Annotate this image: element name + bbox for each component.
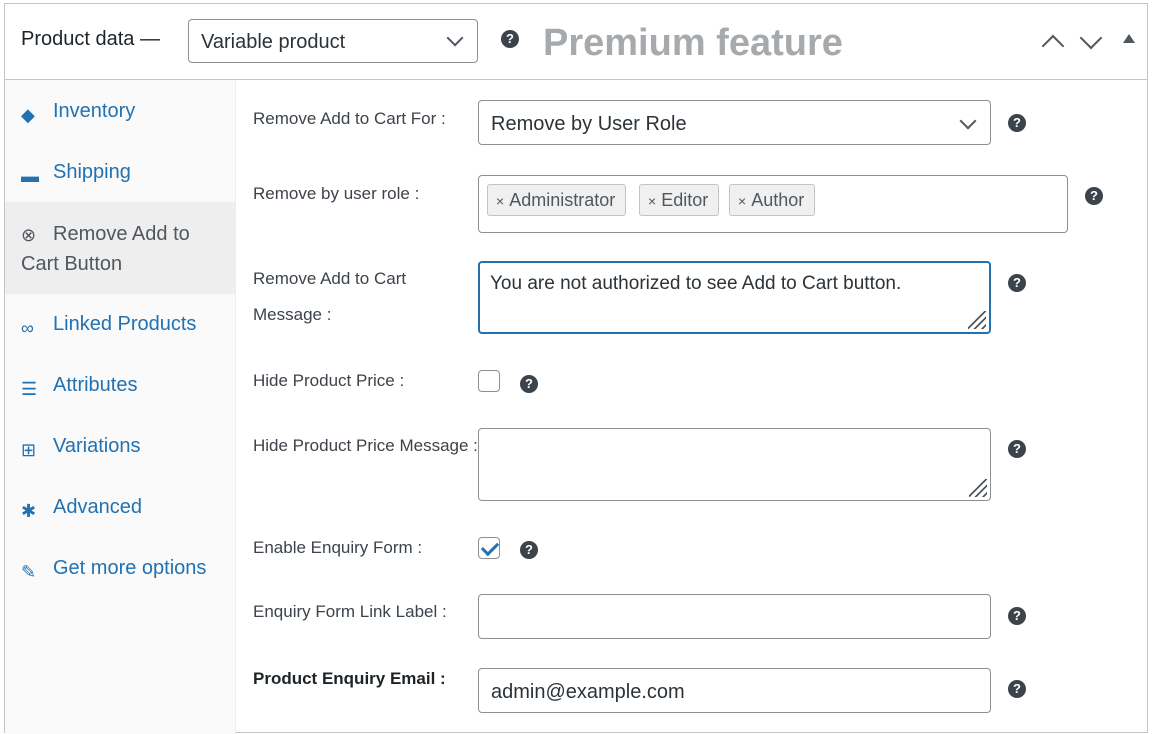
remove-tag-icon[interactable]: × <box>496 193 504 209</box>
role-tag-editor[interactable]: × Editor <box>639 184 720 216</box>
tab-label: Variations <box>53 435 141 457</box>
tab-label: Get more options <box>53 557 207 579</box>
help-icon[interactable]: ? <box>1008 274 1026 292</box>
enquiry-email-input[interactable]: admin@example.com <box>478 668 991 713</box>
tab-variations[interactable]: ⊞ Variations <box>5 431 235 461</box>
product-data-panel: Product data — Variable product ? Premiu… <box>4 3 1148 734</box>
move-up-icon[interactable] <box>1041 34 1065 58</box>
tag-icon: ◆ <box>21 105 35 125</box>
product-type-value: Variable product <box>201 31 346 53</box>
role-tag-label: Editor <box>661 190 709 210</box>
user-role-multiselect[interactable]: × Administrator × Editor × Author <box>478 175 1068 233</box>
hide-price-label: Hide Product Price : <box>253 371 405 390</box>
hide-price-message-label: Hide Product Price Message : <box>253 436 478 455</box>
enquiry-form-label: Enable Enquiry Form : <box>253 538 423 557</box>
panel-title: Product data — <box>21 28 160 50</box>
tab-inventory[interactable]: ◆ Inventory <box>5 96 235 126</box>
tab-label: Linked Products <box>53 313 197 335</box>
hide-price-checkbox[interactable] <box>478 370 500 392</box>
enquiry-email-label: Product Enquiry Email : <box>253 669 446 688</box>
tab-label: Inventory <box>53 100 136 122</box>
role-tag-author[interactable]: × Author <box>729 184 816 216</box>
tab-get-more-options[interactable]: ✎ Get more options <box>5 553 235 583</box>
help-icon[interactable]: ? <box>1085 187 1103 205</box>
help-icon[interactable]: ? <box>520 541 538 559</box>
tab-remove-add-to-cart[interactable]: ⊗ Remove Add to Cart Button <box>5 202 235 294</box>
tab-advanced[interactable]: ✱ Advanced <box>5 492 235 522</box>
collapse-icon[interactable] <box>1123 34 1135 43</box>
resize-handle-icon[interactable] <box>969 479 987 497</box>
help-icon[interactable]: ? <box>501 30 519 48</box>
help-icon[interactable]: ? <box>1008 607 1026 625</box>
checkmark-icon <box>480 537 500 557</box>
help-icon[interactable]: ? <box>1008 114 1026 132</box>
role-tag-administrator[interactable]: × Administrator <box>487 184 627 216</box>
message-value: You are not authorized to see Add to Car… <box>490 273 902 294</box>
remove-tag-icon[interactable]: × <box>648 193 656 209</box>
enquiry-form-checkbox[interactable] <box>478 537 500 559</box>
grid-icon: ⊞ <box>21 440 37 460</box>
enquiry-email-value: admin@example.com <box>491 681 685 703</box>
remove-for-select[interactable]: Remove by User Role <box>478 100 991 145</box>
product-data-tabs: ◆ Inventory ▬ Shipping ⊗ Remove Add to C… <box>5 80 236 734</box>
tab-shipping[interactable]: ▬ Shipping <box>5 157 235 187</box>
role-tag-label: Author <box>751 190 805 210</box>
product-type-select[interactable]: Variable product <box>188 19 478 63</box>
message-label: Remove Add to Cart Message : <box>253 269 407 324</box>
hide-price-message-textarea[interactable] <box>478 428 991 501</box>
link-icon: ∞ <box>21 318 34 338</box>
plugin-icon: ✎ <box>21 562 37 582</box>
user-role-label: Remove by user role : <box>253 184 420 203</box>
tab-label: Remove Add to Cart Button <box>21 223 190 275</box>
tab-label: Shipping <box>53 161 131 183</box>
resize-handle-icon[interactable] <box>968 311 986 329</box>
remove-for-label: Remove Add to Cart For : <box>253 109 446 128</box>
enquiry-link-input[interactable] <box>478 594 991 639</box>
premium-feature-label: Premium feature <box>543 22 843 64</box>
help-icon[interactable]: ? <box>1008 680 1026 698</box>
help-icon[interactable]: ? <box>520 375 538 393</box>
chevron-down-icon <box>446 29 464 47</box>
help-icon[interactable]: ? <box>1008 440 1026 458</box>
role-tag-label: Administrator <box>509 190 616 210</box>
truck-icon: ▬ <box>21 166 39 186</box>
tab-linked-products[interactable]: ∞ Linked Products <box>5 309 235 339</box>
move-down-icon[interactable] <box>1079 26 1103 50</box>
gear-icon: ✱ <box>21 501 37 521</box>
tab-attributes[interactable]: ☰ Attributes <box>5 370 235 400</box>
message-textarea[interactable]: You are not authorized to see Add to Car… <box>478 261 991 334</box>
tab-label: Advanced <box>53 496 142 518</box>
list-icon: ☰ <box>21 379 38 399</box>
chevron-down-icon <box>959 112 977 130</box>
remove-tag-icon[interactable]: × <box>738 193 746 209</box>
panel-header: Product data — Variable product ? Premiu… <box>5 4 1147 80</box>
remove-for-value: Remove by User Role <box>491 113 687 135</box>
enquiry-link-label: Enquiry Form Link Label : <box>253 602 447 621</box>
tab-label: Attributes <box>53 374 138 396</box>
